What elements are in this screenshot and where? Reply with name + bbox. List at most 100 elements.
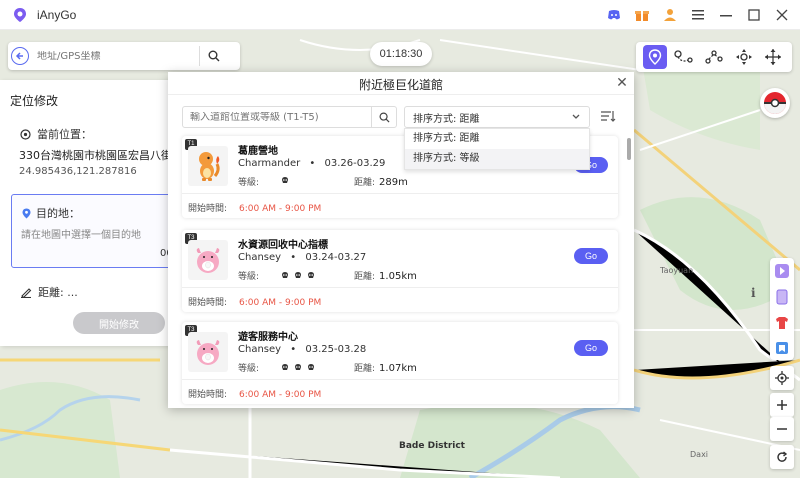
gym-name: 水資源回收中心指標 bbox=[238, 240, 328, 251]
dialog-divider bbox=[168, 94, 634, 95]
skull-icon bbox=[308, 364, 315, 370]
dialog-close-icon[interactable]: ✕ bbox=[615, 76, 629, 90]
zoom-in-button[interactable] bbox=[770, 393, 794, 417]
distance-row: 距離: ... bbox=[20, 284, 78, 300]
start-time-value: 6:00 AM - 9:00 PM bbox=[239, 204, 322, 214]
nearby-gyms-dialog: 附近極巨化道館 ✕ 排序方式: 距離 排序方式: 距離 排序方式: 等級 T1 bbox=[168, 72, 634, 408]
distance-row: 距離: 1.07km bbox=[354, 361, 417, 374]
start-time-row: 開始時間: 6:00 AM - 9:00 PM bbox=[188, 295, 321, 308]
pokemon-info: Chansey • 03.25-03.28 bbox=[238, 344, 366, 355]
drag-mode-button[interactable] bbox=[761, 45, 785, 69]
pokemon-name: Chansey bbox=[238, 252, 282, 263]
bookmark-icon[interactable] bbox=[775, 341, 789, 355]
gift-icon[interactable] bbox=[634, 7, 650, 23]
gym-list-scrollbar[interactable] bbox=[627, 136, 631, 408]
refresh-icon bbox=[777, 451, 788, 462]
multi-spot-mode-button[interactable] bbox=[702, 45, 726, 69]
back-button[interactable] bbox=[11, 47, 29, 65]
chansey-icon bbox=[196, 340, 220, 365]
level-skulls bbox=[281, 364, 315, 371]
phone-icon[interactable] bbox=[776, 289, 788, 305]
start-time-value: 6:00 AM - 9:00 PM bbox=[239, 298, 322, 308]
maximize-icon[interactable] bbox=[746, 7, 762, 23]
search-icon bbox=[208, 50, 220, 62]
search-icon bbox=[379, 112, 390, 123]
sort-order-icon[interactable] bbox=[600, 108, 616, 124]
pokeball-icon bbox=[764, 92, 786, 114]
address-search-input[interactable] bbox=[37, 50, 197, 62]
zoom-out-button[interactable] bbox=[770, 417, 794, 441]
gym-card: T3 遊客服務中心 Chansey • 03.25-03.28 等級: 距離: … bbox=[182, 322, 618, 404]
app-name: iAnyGo bbox=[37, 7, 77, 22]
charmander-icon bbox=[199, 152, 220, 181]
search-button[interactable] bbox=[200, 50, 228, 62]
pokemon-info: Chansey • 03.24-03.27 bbox=[238, 252, 366, 263]
destination-box[interactable]: 目的地： 請在地圖中選擇一個目的地 00 bbox=[11, 194, 181, 268]
pokemon-name: Chansey bbox=[238, 344, 282, 355]
sort-option-distance[interactable]: 排序方式: 距離 bbox=[405, 129, 589, 149]
map-label-bade: Bade District bbox=[399, 441, 465, 451]
current-coordinates: 24.985436,121.287816 bbox=[19, 166, 137, 177]
user-support-icon[interactable] bbox=[662, 7, 678, 23]
gym-name: 葛鹿營地 bbox=[238, 146, 278, 157]
separator-dot: • bbox=[309, 158, 316, 169]
skull-icon bbox=[282, 364, 289, 370]
map-label-taoyuan: Taoyuan bbox=[660, 266, 694, 275]
arrow-left-icon bbox=[15, 52, 23, 60]
sort-option-level[interactable]: 排序方式: 等級 bbox=[405, 149, 589, 169]
pokemon-thumbnail bbox=[188, 332, 228, 372]
mode-toolbar bbox=[636, 42, 792, 72]
start-time-row: 開始時間: 6:00 AM - 9:00 PM bbox=[188, 201, 321, 214]
gym-search-button[interactable] bbox=[372, 112, 396, 123]
pokemon-thumbnail bbox=[188, 240, 228, 280]
skull-icon bbox=[282, 176, 289, 183]
gym-card: T3 水資源回收中心指標 Chansey • 03.24-03.27 等級: 距… bbox=[182, 230, 618, 312]
go-button[interactable]: Go bbox=[574, 340, 608, 356]
app-logo-icon bbox=[14, 7, 26, 22]
gym-search-box bbox=[182, 106, 397, 128]
gym-search-input[interactable] bbox=[183, 111, 372, 123]
level-row: 等級: bbox=[238, 175, 289, 188]
level-row: 等級: bbox=[238, 269, 315, 282]
pokemon-dates: 03.25-03.28 bbox=[305, 344, 367, 355]
pokemon-dates: 03.26-03.29 bbox=[324, 158, 386, 169]
start-time-value: 6:00 AM - 9:00 PM bbox=[239, 390, 322, 400]
speed-icon[interactable] bbox=[775, 263, 789, 278]
my-location-button[interactable] bbox=[770, 366, 794, 390]
info-icon[interactable]: i bbox=[751, 286, 756, 300]
skull-icon bbox=[295, 364, 302, 370]
start-time-row: 開始時間: 6:00 AM - 9:00 PM bbox=[188, 387, 321, 400]
discord-icon[interactable] bbox=[606, 7, 622, 23]
two-spot-route-icon bbox=[674, 50, 694, 63]
teleport-mode-button[interactable] bbox=[642, 45, 667, 69]
two-spot-mode-button[interactable] bbox=[672, 45, 696, 69]
distance-label: 距離: ... bbox=[38, 286, 78, 299]
card-divider bbox=[182, 193, 618, 194]
map-label-daxi: Daxi bbox=[690, 450, 709, 459]
address-search-bar bbox=[8, 42, 240, 70]
distance-row: 距離: 1.05km bbox=[354, 269, 417, 282]
pokemon-name: Charmander bbox=[238, 158, 301, 169]
dialog-title: 附近極巨化道館 bbox=[358, 78, 443, 92]
reset-button[interactable] bbox=[770, 445, 794, 469]
destination-pin-icon bbox=[22, 208, 31, 218]
sort-dropdown[interactable]: 排序方式: 距離 bbox=[404, 106, 590, 128]
distance-label: 距離: bbox=[354, 364, 376, 374]
start-time-label: 開始時間: bbox=[188, 204, 228, 214]
go-button[interactable]: Go bbox=[574, 248, 608, 264]
pokemon-info: Charmander • 03.26-03.29 bbox=[238, 158, 385, 169]
menu-icon[interactable] bbox=[690, 7, 706, 23]
close-window-icon[interactable] bbox=[774, 7, 790, 23]
start-time-label: 開始時間: bbox=[188, 390, 228, 400]
tshirt-icon[interactable] bbox=[775, 316, 789, 330]
cooldown-timer: 01:18:30 bbox=[370, 42, 432, 66]
location-pin-icon bbox=[648, 49, 661, 65]
scrollbar-thumb[interactable] bbox=[627, 138, 631, 160]
skull-icon bbox=[282, 272, 289, 278]
joystick-mode-button[interactable] bbox=[732, 45, 756, 69]
distance-value: 1.05km bbox=[379, 271, 417, 282]
minimize-icon[interactable] bbox=[718, 7, 734, 23]
skull-icon bbox=[308, 272, 315, 278]
pokeball-button[interactable] bbox=[760, 88, 790, 118]
start-modify-button[interactable]: 開始修改 bbox=[73, 312, 165, 334]
